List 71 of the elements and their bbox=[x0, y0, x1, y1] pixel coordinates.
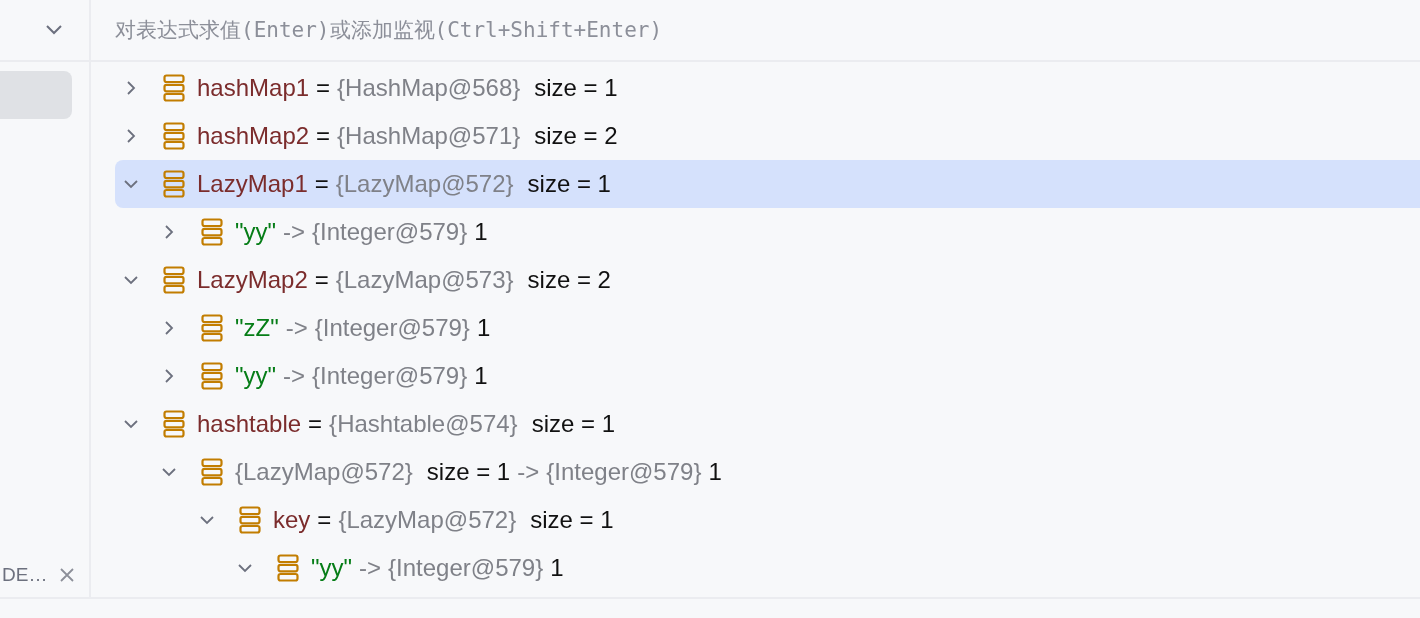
size-text: size = 1 bbox=[527, 170, 611, 198]
stack-icon bbox=[163, 410, 185, 438]
object-reference: -> bbox=[517, 458, 540, 486]
size-text: size = 2 bbox=[534, 122, 618, 150]
value-text: = bbox=[316, 74, 331, 102]
value-text: 1 bbox=[550, 554, 564, 582]
value-text: 1 bbox=[476, 314, 491, 342]
object-reference: {Hashtable@574} bbox=[329, 410, 518, 438]
value-text: = bbox=[316, 122, 331, 150]
tree-row[interactable]: {LazyMap@572} size = 1 -> {Integer@579} 1 bbox=[115, 448, 1420, 496]
close-icon[interactable] bbox=[59, 567, 75, 583]
chevron-down-icon[interactable] bbox=[45, 24, 63, 36]
object-reference: {LazyMap@572} bbox=[338, 506, 517, 534]
object-reference: -> bbox=[283, 362, 306, 390]
string-key: "zZ" bbox=[235, 314, 279, 342]
tree-row[interactable]: LazyMap1 = {LazyMap@572} size = 1 bbox=[115, 160, 1420, 208]
object-reference: {Integer@579} bbox=[388, 554, 544, 582]
stack-icon bbox=[163, 122, 185, 150]
stack-icon bbox=[163, 170, 185, 198]
string-key: "yy" bbox=[235, 362, 277, 390]
tree-row[interactable]: "zZ" -> {Integer@579} 1 bbox=[115, 304, 1420, 352]
stack-icon bbox=[239, 506, 261, 534]
string-key: "yy" bbox=[235, 218, 277, 246]
object-reference: {HashMap@568} bbox=[337, 74, 521, 102]
variable-name: hashMap1 bbox=[197, 74, 310, 102]
size-text: size = 1 bbox=[426, 458, 511, 486]
stack-icon bbox=[163, 74, 185, 102]
variable-name: hashtable bbox=[197, 410, 302, 438]
object-reference: {Integer@579} bbox=[314, 314, 470, 342]
variable-name: hashMap2 bbox=[197, 122, 310, 150]
size-text: size = 1 bbox=[530, 506, 614, 534]
object-reference: {Integer@579} bbox=[312, 218, 468, 246]
value-text: = bbox=[314, 170, 329, 198]
tree-row[interactable]: LazyMap2 = {LazyMap@573} size = 2 bbox=[115, 256, 1420, 304]
size-text: size = 1 bbox=[531, 410, 615, 438]
variable-name: LazyMap2 bbox=[197, 266, 308, 294]
tab-label[interactable]: DE… bbox=[2, 564, 48, 586]
string-key: "yy" bbox=[311, 554, 353, 582]
object-reference: {LazyMap@572} bbox=[335, 170, 514, 198]
tree-row[interactable]: "yy" -> {Integer@579} 1 bbox=[115, 208, 1420, 256]
stack-icon bbox=[201, 458, 223, 486]
value-text: 1 bbox=[474, 362, 488, 390]
value-text: = bbox=[308, 410, 323, 438]
object-reference: {LazyMap@573} bbox=[335, 266, 514, 294]
stack-icon bbox=[163, 266, 185, 294]
object-reference: -> bbox=[359, 554, 382, 582]
object-reference: {Integer@579} bbox=[312, 362, 468, 390]
value-text: = bbox=[314, 266, 329, 294]
object-reference: {Integer@579} bbox=[546, 458, 702, 486]
tree-row[interactable]: "yy" -> {Integer@579} 1 bbox=[115, 544, 1420, 592]
stack-icon bbox=[201, 314, 223, 342]
tree-row[interactable]: hashMap2 = {HashMap@571} size = 2 bbox=[115, 112, 1420, 160]
evaluate-field[interactable]: 对表达式求值(Enter)或添加监视(Ctrl+Shift+Enter) bbox=[113, 17, 1420, 43]
variable-name: key bbox=[273, 506, 311, 534]
object-reference: -> bbox=[283, 218, 306, 246]
size-text: size = 1 bbox=[534, 74, 618, 102]
tree-row[interactable]: hashtable = {Hashtable@574} size = 1 bbox=[115, 400, 1420, 448]
stack-icon bbox=[201, 218, 223, 246]
value-text: 1 bbox=[474, 218, 488, 246]
stack-icon bbox=[201, 362, 223, 390]
value-text: 1 bbox=[708, 458, 722, 486]
stack-icon bbox=[277, 554, 299, 582]
value-text: = bbox=[317, 506, 332, 534]
tree-row[interactable]: hashMap1 = {HashMap@568} size = 1 bbox=[115, 64, 1420, 112]
object-reference: {HashMap@571} bbox=[337, 122, 521, 150]
variable-name: LazyMap1 bbox=[197, 170, 308, 198]
object-reference: -> bbox=[285, 314, 308, 342]
tree-row[interactable]: "yy" -> {Integer@579} 1 bbox=[115, 352, 1420, 400]
size-text: size = 2 bbox=[527, 266, 611, 294]
tree-row[interactable]: key = {LazyMap@572} size = 1 bbox=[115, 496, 1420, 544]
object-reference: {LazyMap@572} bbox=[235, 458, 413, 486]
